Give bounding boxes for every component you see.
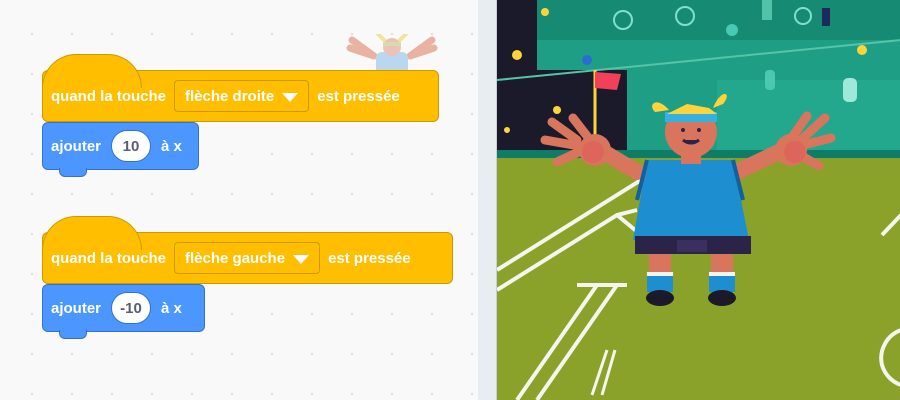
hat-suffix-label: est pressée xyxy=(317,87,400,105)
change-x-label: ajouter xyxy=(51,137,102,155)
stage-scene xyxy=(497,0,900,400)
panel-divider xyxy=(478,0,496,400)
change-x-suffix: à x xyxy=(161,137,182,155)
hat-suffix-label: est pressée xyxy=(328,249,411,267)
change-x-value-input[interactable]: 10 xyxy=(111,130,152,162)
hat-prefix-label: quand la touche xyxy=(51,87,167,105)
key-dropdown-right[interactable]: flèche droite xyxy=(174,80,310,112)
when-key-pressed-block-right[interactable]: quand la touche flèche droite est pressé… xyxy=(42,54,439,122)
chevron-down-icon xyxy=(282,92,299,102)
key-dropdown-value: flèche gauche xyxy=(185,249,286,267)
change-x-block-left[interactable]: ajouter -10 à x xyxy=(42,284,205,339)
block-notch xyxy=(59,330,87,339)
player-sprite-icon xyxy=(346,34,438,74)
change-x-value-input[interactable]: -10 xyxy=(111,292,152,324)
change-x-block-right[interactable]: ajouter 10 à x xyxy=(42,122,199,177)
stage[interactable] xyxy=(496,0,900,400)
change-x-label: ajouter xyxy=(51,299,102,317)
code-workspace[interactable]: quand la touche flèche droite est pressé… xyxy=(0,0,479,400)
key-dropdown-value: flèche droite xyxy=(185,87,275,105)
corner-flag xyxy=(595,72,621,90)
change-x-suffix: à x xyxy=(161,299,182,317)
block-notch xyxy=(59,168,87,177)
hat-prefix-label: quand la touche xyxy=(51,249,167,267)
when-key-pressed-block-left[interactable]: quand la touche flèche gauche est pressé… xyxy=(42,216,453,284)
key-dropdown-left[interactable]: flèche gauche xyxy=(174,242,321,274)
chevron-down-icon xyxy=(293,254,310,264)
